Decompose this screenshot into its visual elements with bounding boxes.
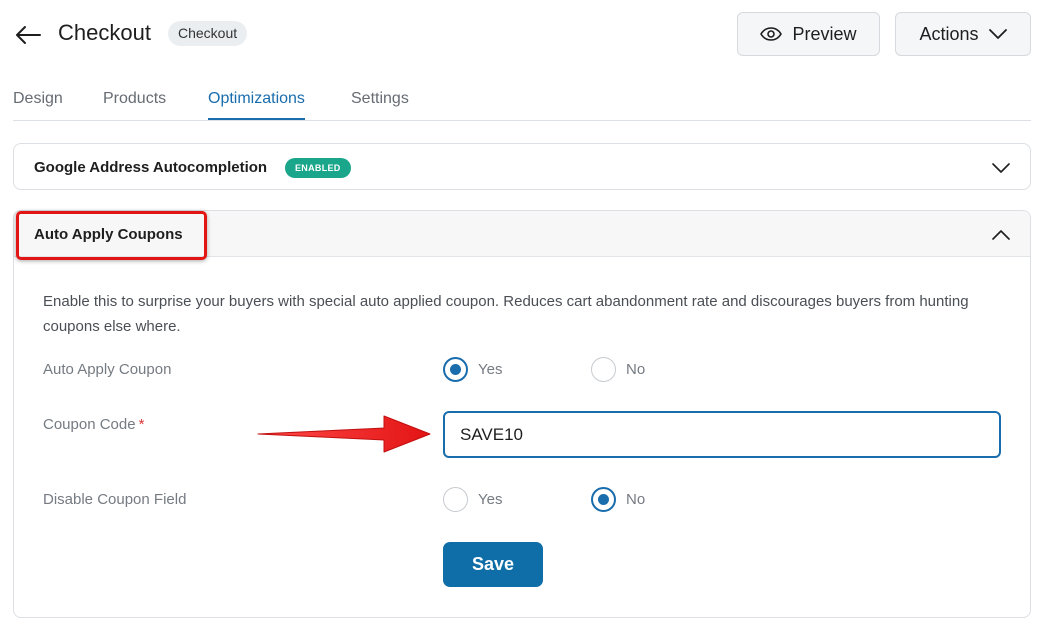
back-button[interactable] bbox=[14, 21, 42, 49]
save-button[interactable]: Save bbox=[443, 542, 543, 587]
auto-apply-yes-radio[interactable]: Yes bbox=[443, 357, 502, 382]
coupon-code-input[interactable] bbox=[443, 411, 1001, 458]
actions-button-label: Actions bbox=[919, 23, 979, 44]
tab-products[interactable]: Products bbox=[103, 90, 166, 118]
actions-dropdown-button[interactable]: Actions bbox=[895, 12, 1031, 56]
google-address-panel-title: Google Address Autocompletion bbox=[34, 159, 268, 176]
page-type-badge: Checkout bbox=[168, 21, 248, 46]
auto-apply-no-label: No bbox=[626, 361, 646, 378]
radio-checked-icon bbox=[591, 487, 616, 512]
disable-coupon-field-label: Disable Coupon Field bbox=[43, 491, 187, 508]
disable-coupon-no-radio[interactable]: No bbox=[591, 487, 645, 512]
auto-apply-description: Enable this to surprise your buyers with… bbox=[43, 293, 969, 335]
tab-bar: Design Products Optimizations Settings bbox=[13, 80, 1031, 121]
disable-coupon-yes-radio[interactable]: Yes bbox=[443, 487, 502, 512]
coupon-code-label: Coupon Code * bbox=[43, 416, 144, 433]
google-address-panel-header[interactable]: Google Address Autocompletion ENABLED bbox=[14, 144, 1030, 190]
page-header: Checkout Checkout Preview Actions bbox=[0, 0, 1042, 70]
chevron-up-icon[interactable] bbox=[992, 226, 1010, 244]
radio-checked-icon bbox=[443, 357, 468, 382]
tab-optimizations[interactable]: Optimizations bbox=[208, 90, 305, 120]
auto-apply-no-radio[interactable]: No bbox=[591, 357, 645, 382]
preview-button-label: Preview bbox=[792, 23, 857, 44]
auto-apply-coupon-label: Auto Apply Coupon bbox=[43, 361, 172, 378]
radio-unchecked-icon bbox=[443, 487, 468, 512]
chevron-down-icon[interactable] bbox=[992, 159, 1010, 177]
preview-button[interactable]: Preview bbox=[737, 12, 880, 56]
auto-apply-coupons-panel-title: Auto Apply Coupons bbox=[34, 226, 183, 243]
chevron-down-icon bbox=[988, 28, 1007, 39]
enabled-status-badge: ENABLED bbox=[285, 158, 351, 178]
google-address-panel: Google Address Autocompletion ENABLED bbox=[13, 143, 1031, 190]
eye-icon bbox=[760, 27, 783, 41]
tab-design[interactable]: Design bbox=[13, 90, 63, 118]
coupon-code-label-text: Coupon Code bbox=[43, 416, 136, 433]
auto-apply-yes-label: Yes bbox=[478, 361, 503, 378]
page-title: Checkout bbox=[58, 20, 151, 45]
radio-unchecked-icon bbox=[591, 357, 616, 382]
disable-coupon-yes-label: Yes bbox=[478, 491, 503, 508]
required-asterisk: * bbox=[138, 416, 145, 433]
tab-settings[interactable]: Settings bbox=[351, 90, 409, 118]
arrow-left-icon bbox=[16, 26, 41, 44]
auto-apply-coupons-panel-header[interactable]: Auto Apply Coupons bbox=[14, 211, 1030, 257]
disable-coupon-no-label: No bbox=[626, 491, 646, 508]
